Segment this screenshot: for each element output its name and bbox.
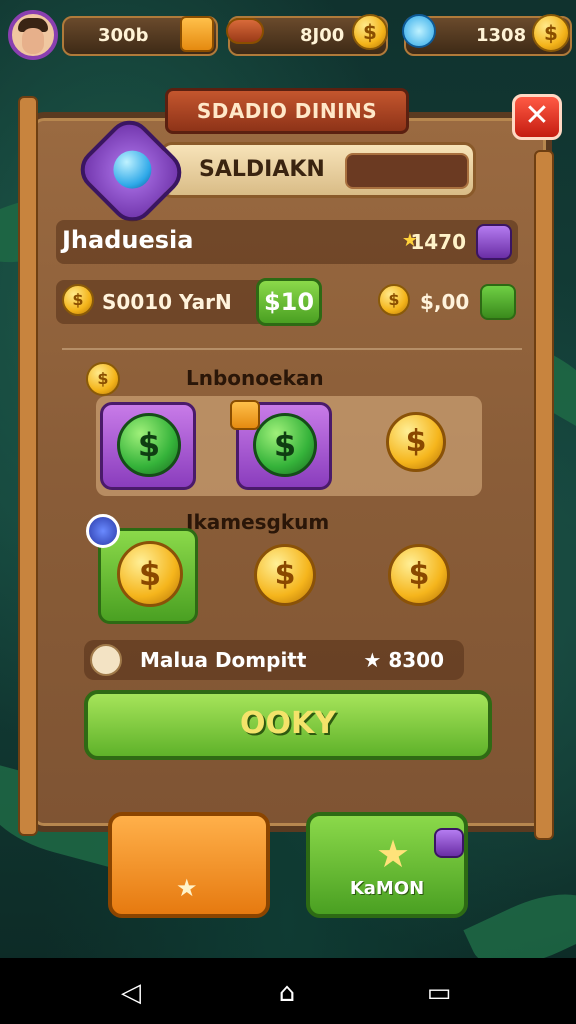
- boat-icon: [226, 18, 264, 44]
- player-score: 1470: [410, 230, 466, 254]
- badge-icon: [90, 644, 122, 676]
- left-post: [18, 96, 38, 836]
- edit-icon[interactable]: [476, 224, 512, 260]
- navigation-bar: ◁ ⌂ ▭: [0, 958, 576, 1024]
- play-icon[interactable]: [86, 514, 120, 548]
- gold-coin-icon[interactable]: $: [386, 412, 446, 472]
- gold-coin-icon[interactable]: $: [388, 544, 450, 606]
- player-avatar[interactable]: [8, 10, 58, 60]
- add-resource-1-button[interactable]: [180, 16, 214, 52]
- right-post: [534, 150, 554, 840]
- badge-icon: [434, 828, 464, 858]
- coin-icon[interactable]: $: [352, 14, 388, 50]
- section-2-label: Ikamesgkum: [186, 510, 330, 534]
- top-bar: 300b 8J00 $ 1308 $: [6, 6, 572, 60]
- ok-button[interactable]: OOKY: [84, 690, 492, 760]
- profile-input[interactable]: [345, 153, 469, 189]
- player-name: Jhaduesia: [62, 226, 194, 254]
- info-label: Malua Dompitt: [140, 648, 307, 672]
- coin-icon: $: [378, 284, 410, 316]
- star-icon: ★: [176, 874, 198, 902]
- back-icon[interactable]: ◁: [116, 978, 146, 1008]
- lock-icon: [230, 400, 260, 430]
- coin-icon[interactable]: $: [532, 14, 570, 52]
- green-coin-icon: $: [253, 413, 317, 477]
- buy-button[interactable]: $10: [256, 278, 322, 326]
- coin-icon: $: [62, 284, 94, 316]
- edit-price-icon[interactable]: [480, 284, 516, 320]
- section-1-label: Lnbonoekan: [186, 366, 324, 390]
- player-row: Jhaduesia ★ 1470: [56, 220, 518, 264]
- profile-label: SALDIAKN: [199, 157, 325, 182]
- star-icon: ★: [376, 832, 411, 876]
- balance-label: S0010 YarN: [102, 290, 232, 314]
- reward-tile-1[interactable]: $: [100, 402, 196, 490]
- balance-row: $ S0010 YarN: [56, 280, 282, 324]
- divider: [62, 348, 522, 350]
- resource-2-value: 8J00: [300, 25, 345, 46]
- gold-coin-icon: $: [117, 541, 183, 607]
- price-value: $,00: [420, 290, 470, 314]
- info-value: ★ 8300: [363, 648, 444, 672]
- green-coin-icon: $: [117, 413, 181, 477]
- profile-banner: SALDIAKN: [160, 142, 476, 198]
- recents-icon[interactable]: ▭: [424, 978, 454, 1008]
- green-button-label: KaMON: [349, 878, 425, 899]
- close-button[interactable]: ✕: [512, 94, 562, 140]
- coin-icon: $: [86, 362, 120, 396]
- resource-3-value: 1308: [476, 25, 527, 46]
- resource-1-value: 300b: [98, 25, 149, 46]
- home-icon[interactable]: ⌂: [272, 978, 302, 1008]
- orange-action-button[interactable]: ★: [108, 812, 270, 918]
- info-row: Malua Dompitt ★ 8300: [84, 640, 464, 680]
- green-action-button[interactable]: ★ KaMON: [306, 812, 468, 918]
- gold-coin-icon[interactable]: $: [254, 544, 316, 606]
- dialog-title: SDADIO DININS: [165, 88, 409, 134]
- potion-icon: [402, 14, 436, 48]
